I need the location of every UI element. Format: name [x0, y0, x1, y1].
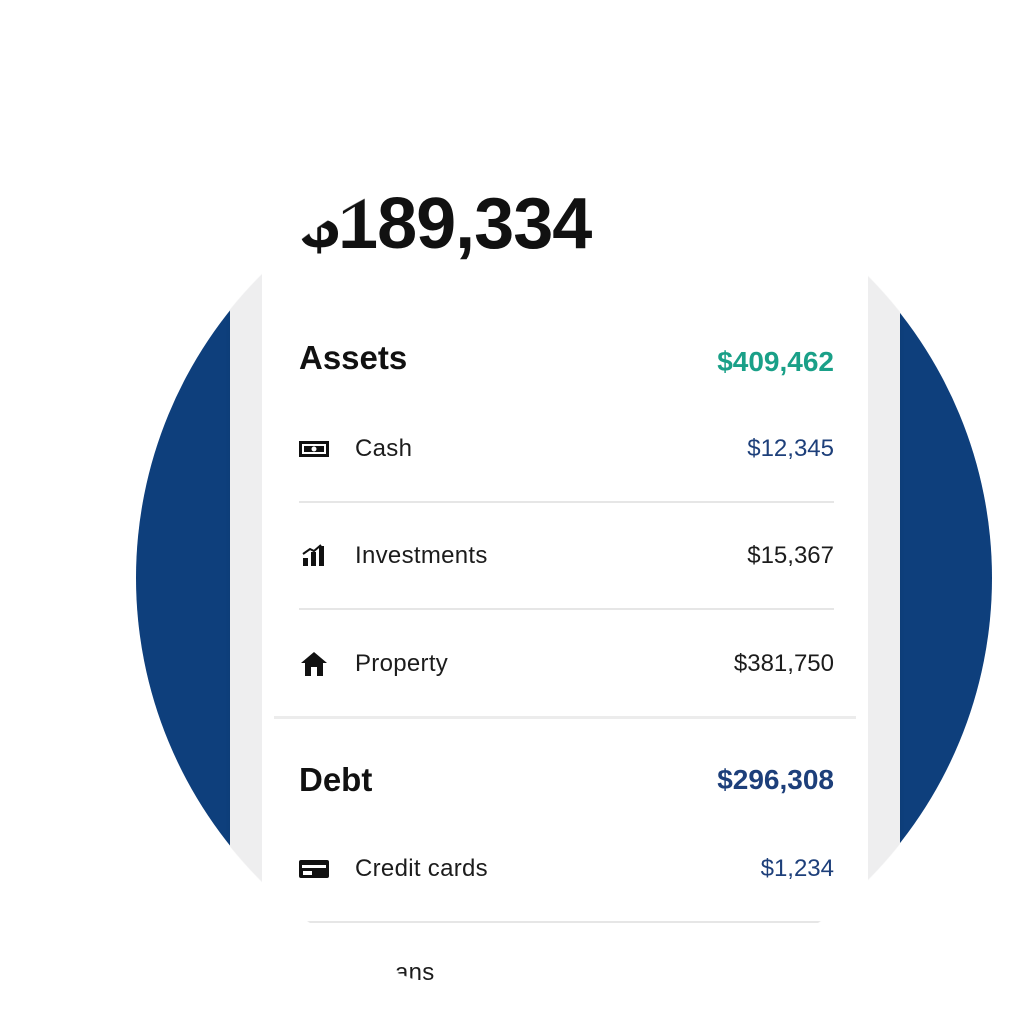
debt-row-loans[interactable]: ans $ — [299, 923, 834, 1023]
debt-label: Credit cards — [355, 854, 488, 882]
asset-label: Cash — [355, 434, 413, 462]
debt-value: $1,234 — [760, 854, 834, 882]
debt-total: $296,308 — [717, 764, 834, 795]
debt-section: Debt $296,308 Credit cards $1,234 ans $ — [299, 752, 834, 1023]
decorative-dot — [114, 130, 204, 220]
assets-total: $409,462 — [717, 346, 834, 377]
debt-label: ans — [395, 959, 435, 986]
credit-card-icon — [299, 857, 329, 881]
asset-label: Property — [355, 649, 449, 677]
promo-illustration: Net worth $189,334 Assets $409,462 Cash … — [0, 0, 1024, 1024]
asset-row-cash[interactable]: Cash $12,345 — [299, 396, 834, 503]
asset-label: Investments — [355, 541, 488, 569]
loan-icon — [299, 961, 329, 985]
asset-value: $381,750 — [733, 649, 834, 677]
asset-row-investments[interactable]: Investments $15,367 — [299, 503, 834, 610]
net-worth-panel: Net worth $189,334 Assets $409,462 Cash … — [299, 148, 834, 717]
debt-row-credit-cards[interactable]: Credit cards $1,234 — [299, 816, 834, 923]
assets-title: Assets — [299, 339, 408, 376]
asset-value: $15,367 — [747, 541, 834, 569]
asset-value: $12,345 — [747, 434, 834, 462]
debt-title: Debt — [299, 761, 373, 798]
debt-value: $ — [760, 959, 774, 986]
house-icon — [299, 651, 329, 676]
debt-header[interactable]: Debt $296,308 — [299, 752, 834, 808]
asset-row-property[interactable]: Property $381,750 — [299, 610, 834, 717]
assets-section: Assets $409,462 Cash $12,345 Investments… — [299, 330, 834, 717]
cash-icon — [299, 437, 329, 461]
assets-header[interactable]: Assets $409,462 — [299, 330, 834, 386]
net-worth-value: $189,334 — [299, 184, 592, 264]
section-divider — [274, 716, 856, 719]
bar-chart-icon — [299, 543, 329, 568]
net-worth-label: Net worth — [299, 149, 400, 175]
phone-screen: Net worth $189,334 Assets $409,462 Cash … — [262, 88, 868, 1024]
